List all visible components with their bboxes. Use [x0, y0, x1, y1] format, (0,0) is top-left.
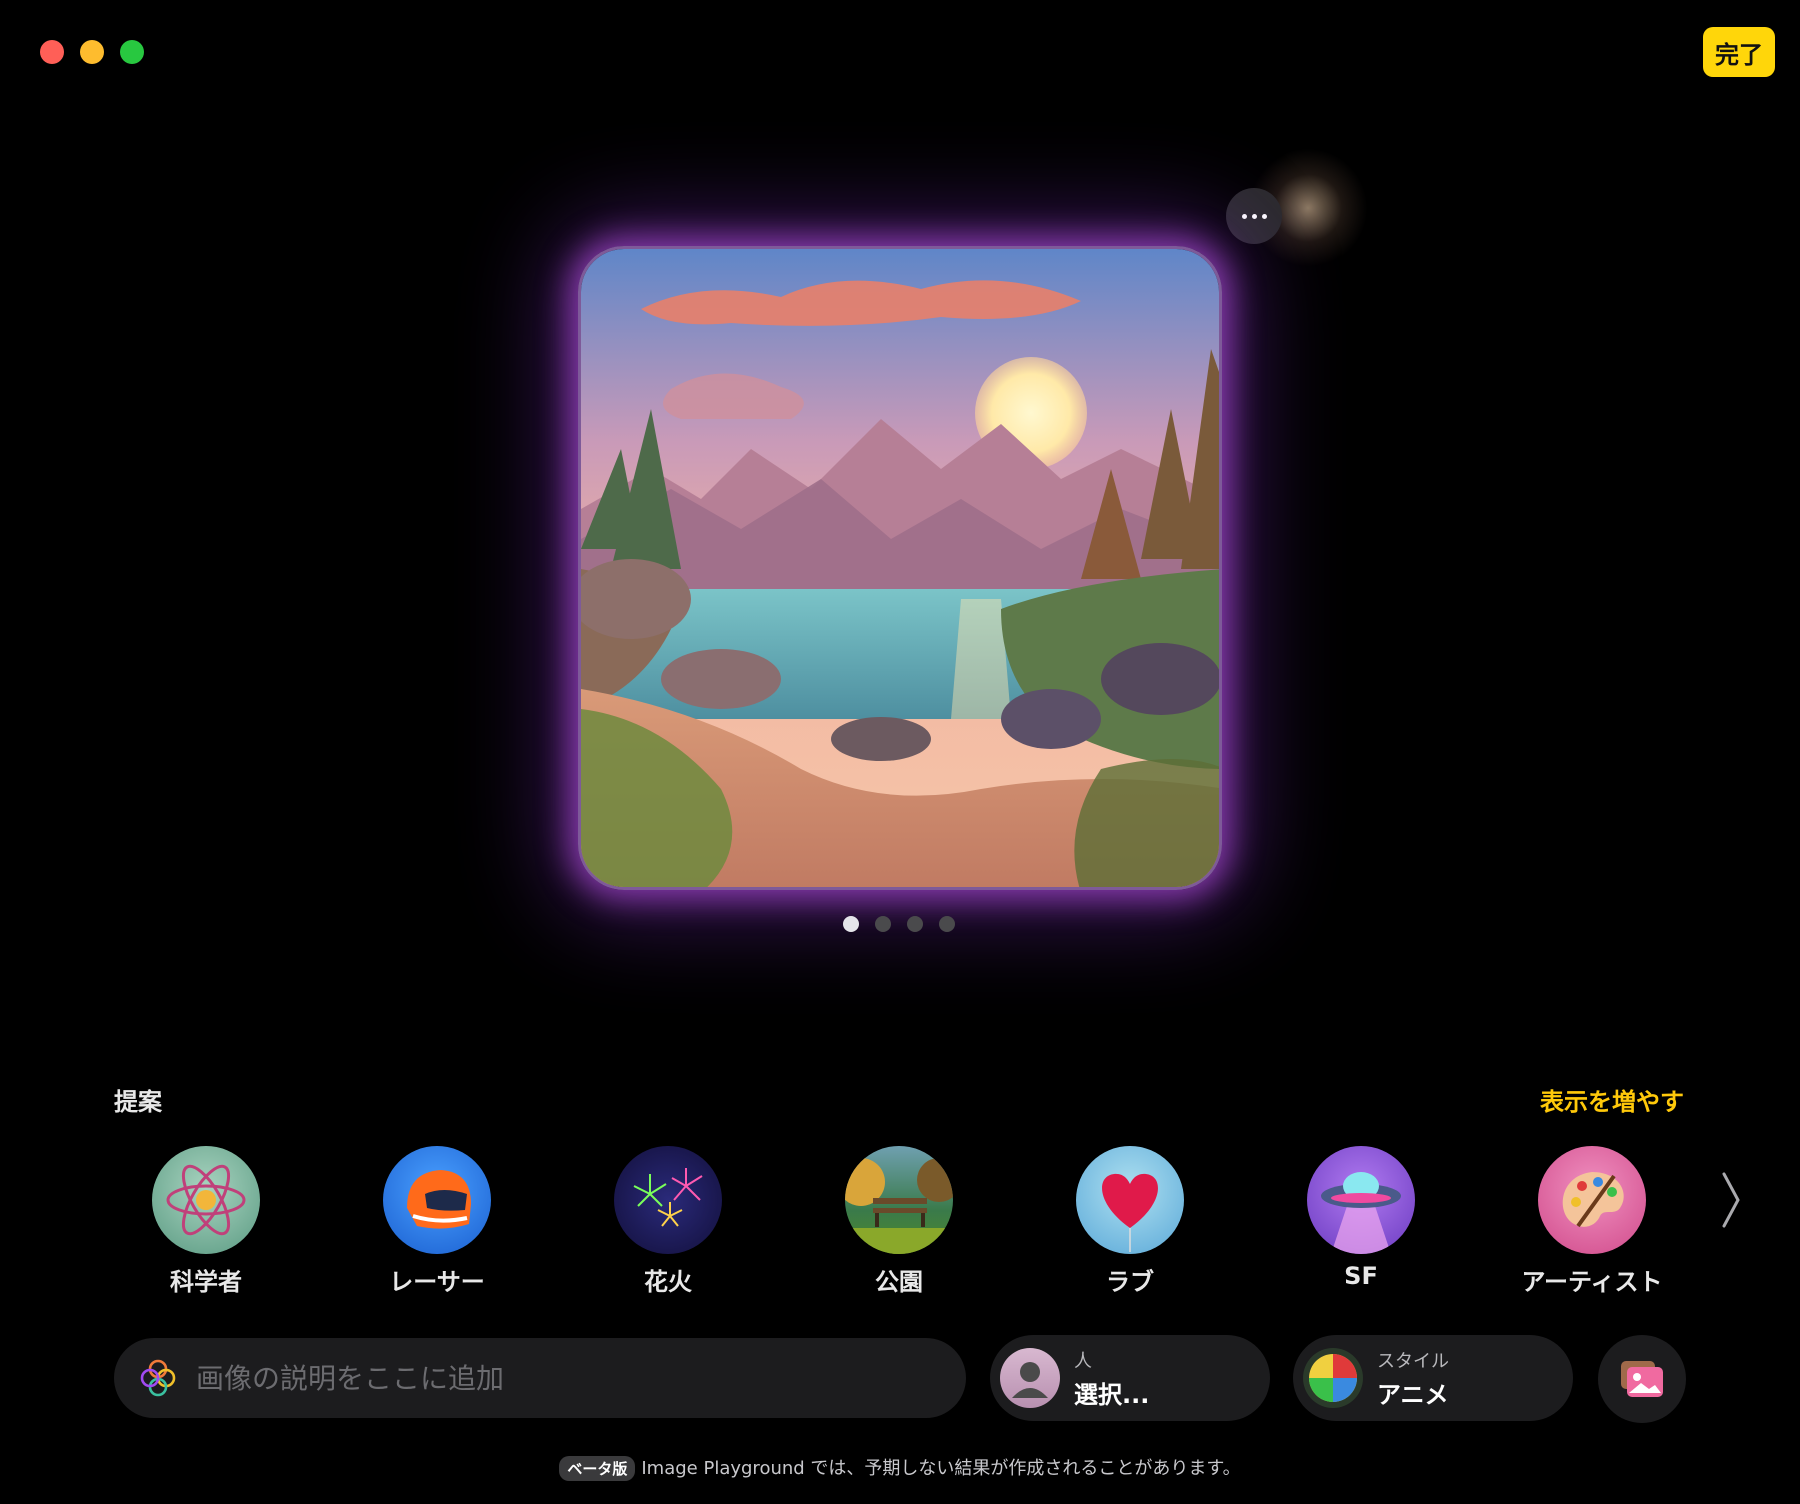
- park-bench-icon: [845, 1146, 953, 1254]
- suggestion-park[interactable]: 公園: [799, 1146, 999, 1297]
- zoom-window-button[interactable]: [120, 40, 144, 64]
- fireworks-icon: [614, 1146, 722, 1254]
- image-playground-window: 完了 提案 表示を増やす 科学者 レーサー 花火 公園 ラブ SF アーティスト…: [0, 0, 1800, 1504]
- style-ball-icon: [1303, 1348, 1363, 1408]
- prompt-input[interactable]: [194, 1360, 938, 1396]
- suggestion-label: 公園: [875, 1268, 923, 1296]
- atom-icon: [152, 1146, 260, 1254]
- racing-helmet-icon: [383, 1146, 491, 1254]
- style-sub-label: スタイル: [1377, 1350, 1449, 1372]
- palette-icon: [1538, 1146, 1646, 1254]
- suggestion-label: 科学者: [170, 1268, 242, 1296]
- people-main-label: 選択...: [1074, 1380, 1150, 1409]
- beta-disclaimer: ベータ版 Image Playground では、予期しない結果が作成されることが…: [0, 1454, 1800, 1481]
- heart-icon: [1076, 1146, 1184, 1254]
- ufo-icon: [1307, 1146, 1415, 1254]
- suggestion-label: アーティスト: [1521, 1268, 1663, 1296]
- page-dot-1[interactable]: [843, 916, 859, 932]
- suggestions-row: 科学者 レーサー 花火 公園 ラブ SF アーティスト: [0, 1146, 1800, 1296]
- image-picker-button[interactable]: [1598, 1335, 1686, 1423]
- done-button[interactable]: 完了: [1703, 27, 1775, 77]
- page-dot-3[interactable]: [907, 916, 923, 932]
- prompt-field[interactable]: [114, 1338, 966, 1418]
- suggestion-sf[interactable]: SF: [1261, 1146, 1461, 1290]
- chevron-right-icon[interactable]: [1716, 1168, 1746, 1232]
- suggestion-label: ラブ: [1106, 1268, 1154, 1296]
- close-window-button[interactable]: [40, 40, 64, 64]
- page-dot-4[interactable]: [939, 916, 955, 932]
- landscape-sunset-image: [581, 249, 1219, 887]
- people-selector[interactable]: 人 選択...: [990, 1335, 1270, 1421]
- suggestion-racer[interactable]: レーサー: [337, 1146, 537, 1297]
- style-selector[interactable]: スタイル アニメ: [1293, 1335, 1573, 1421]
- photo-stack-icon: [1621, 1361, 1663, 1397]
- style-main-label: アニメ: [1377, 1380, 1449, 1409]
- suggestion-label: SF: [1344, 1262, 1378, 1290]
- page-dot-2[interactable]: [875, 916, 891, 932]
- suggestion-fireworks[interactable]: 花火: [568, 1146, 768, 1297]
- suggestion-label: レーサー: [389, 1268, 485, 1296]
- ellipsis-icon: [1241, 213, 1247, 219]
- suggestion-scientist[interactable]: 科学者: [106, 1146, 306, 1297]
- image-page-indicator: [843, 916, 955, 932]
- suggestion-artist[interactable]: アーティスト: [1492, 1146, 1692, 1297]
- beta-badge: ベータ版: [559, 1456, 636, 1481]
- suggestion-love[interactable]: ラブ: [1030, 1146, 1230, 1297]
- window-controls: [40, 40, 144, 64]
- generated-image[interactable]: [578, 246, 1222, 890]
- suggestions-title: 提案: [114, 1088, 162, 1116]
- minimize-window-button[interactable]: [80, 40, 104, 64]
- people-sub-label: 人: [1074, 1350, 1092, 1372]
- disclaimer-text: Image Playground では、予期しない結果が作成されることがあります…: [641, 1458, 1241, 1479]
- more-options-button[interactable]: [1226, 188, 1282, 244]
- show-more-link[interactable]: 表示を増やす: [1540, 1082, 1684, 1117]
- suggestion-label: 花火: [644, 1268, 692, 1296]
- person-avatar-icon: [1000, 1348, 1060, 1408]
- playground-sparkle-icon: [140, 1359, 176, 1397]
